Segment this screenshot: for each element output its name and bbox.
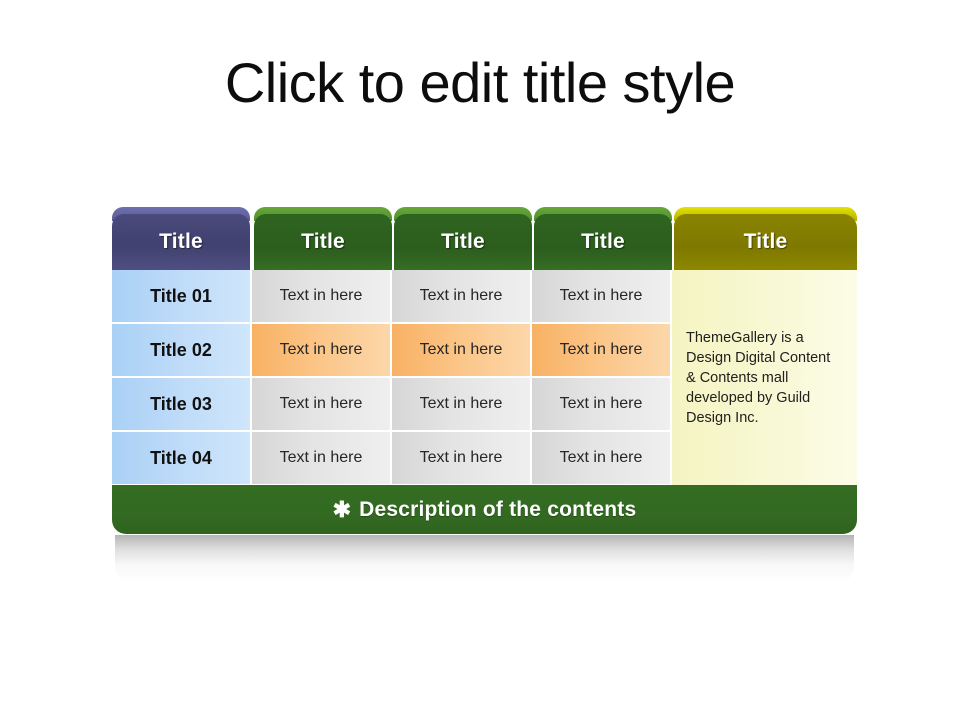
row-header-label: Title 02 <box>150 339 212 360</box>
row-header-cell[interactable]: Title 02 <box>112 324 250 376</box>
table-cell[interactable]: Text in here <box>252 432 390 484</box>
table-header-tab-1[interactable]: Title <box>112 207 250 270</box>
table-cell[interactable]: Text in here <box>532 270 670 322</box>
cell-label: Text in here <box>559 395 643 412</box>
table-cell[interactable]: Text in here <box>392 378 530 430</box>
page-title[interactable]: Click to edit title style <box>0 52 960 114</box>
table-footer-bar[interactable]: ✱ Description of the contents <box>112 485 857 534</box>
row-header-label: Title 01 <box>150 285 212 306</box>
cell-label: Text in here <box>559 341 643 358</box>
table-cell[interactable]: Text in here <box>392 270 530 322</box>
table-cell[interactable]: Text in here <box>392 324 530 376</box>
table-cell[interactable]: Text in here <box>252 270 390 322</box>
slide-canvas: Click to edit title style Title Title Ti… <box>0 0 960 720</box>
cell-label: Text in here <box>279 287 363 304</box>
table-header-tab-5[interactable]: Title <box>674 207 857 270</box>
table-cell[interactable]: Text in here <box>532 432 670 484</box>
tab-body: Title <box>674 214 857 270</box>
cell-label: Text in here <box>279 449 363 466</box>
table-header-tab-3[interactable]: Title <box>394 207 532 270</box>
row-header-label: Title 03 <box>150 393 212 414</box>
tab-body: Title <box>112 214 250 270</box>
footer-label: Description of the contents <box>359 497 637 521</box>
table-header-tab-4[interactable]: Title <box>534 207 672 270</box>
tab-label: Title <box>441 230 485 253</box>
tab-label: Title <box>301 230 345 253</box>
table-cell[interactable]: Text in here <box>532 378 670 430</box>
side-description-text: ThemeGallery is a Design Digital Content… <box>686 329 831 426</box>
tab-label: Title <box>159 230 203 253</box>
tab-label: Title <box>743 230 788 253</box>
cell-label: Text in here <box>419 449 503 466</box>
table-cell[interactable]: Text in here <box>252 324 390 376</box>
table-cell[interactable]: Text in here <box>532 324 670 376</box>
table-body: Title 01 Text in here Text in here Text … <box>112 270 857 485</box>
tab-body: Title <box>254 214 392 270</box>
cell-label: Text in here <box>559 449 643 466</box>
cell-label: Text in here <box>279 395 363 412</box>
asterisk-icon: ✱ <box>332 496 352 522</box>
row-header-cell[interactable]: Title 01 <box>112 270 250 322</box>
table-cell[interactable]: Text in here <box>392 432 530 484</box>
row-header-cell[interactable]: Title 04 <box>112 432 250 484</box>
table-header-row: Title Title Title Title Title <box>112 207 857 270</box>
cell-label: Text in here <box>419 341 503 358</box>
tab-label: Title <box>581 230 625 253</box>
cell-label: Text in here <box>419 287 503 304</box>
table-header-tab-2[interactable]: Title <box>254 207 392 270</box>
cell-label: Text in here <box>419 395 503 412</box>
tab-body: Title <box>534 214 672 270</box>
table-diagram: Title Title Title Title Title Title 01 T… <box>112 207 857 583</box>
reflection-shadow <box>115 535 854 583</box>
tab-body: Title <box>394 214 532 270</box>
cell-label: Text in here <box>279 341 363 358</box>
cell-label: Text in here <box>559 287 643 304</box>
side-description-panel[interactable]: ThemeGallery is a Design Digital Content… <box>672 270 857 485</box>
table-cell[interactable]: Text in here <box>252 378 390 430</box>
row-header-label: Title 04 <box>150 447 212 468</box>
row-header-cell[interactable]: Title 03 <box>112 378 250 430</box>
